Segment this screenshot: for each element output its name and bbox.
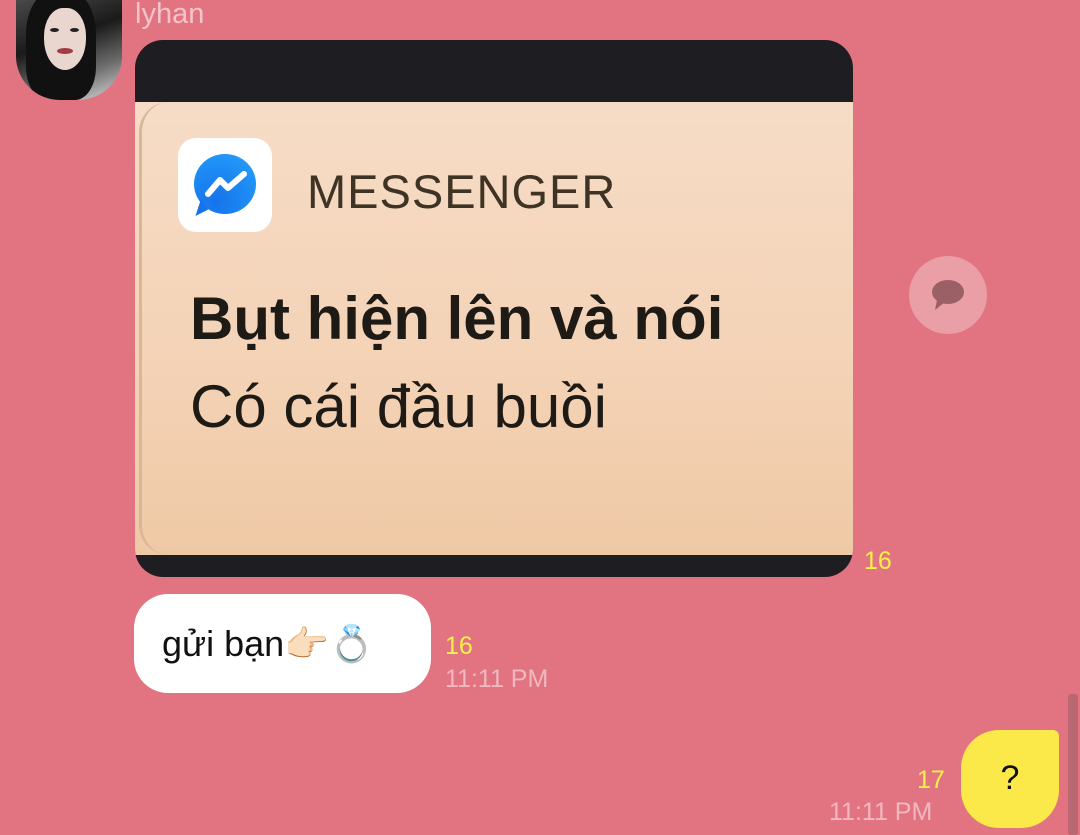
text-message-content: gửi bạn👉🏻💍 xyxy=(162,623,374,664)
reply-comment-button[interactable] xyxy=(909,256,987,334)
image-message[interactable]: MESSENGER Bụt hiện lên và nói Có cái đầu… xyxy=(135,40,853,577)
notification-screenshot: MESSENGER Bụt hiện lên và nói Có cái đầu… xyxy=(135,102,853,555)
notification-body: Có cái đầu buồi xyxy=(190,373,607,440)
my-unread-count: 17 xyxy=(917,766,945,794)
image-unread-count: 16 xyxy=(864,547,892,575)
comment-icon xyxy=(932,280,964,310)
messenger-app-icon xyxy=(178,138,272,232)
scrollbar[interactable] xyxy=(1068,694,1078,835)
text-message-bubble[interactable]: gửi bạn👉🏻💍 xyxy=(134,594,431,693)
text-unread-count: 16 xyxy=(445,632,473,660)
sender-name: lyhan xyxy=(135,0,205,30)
text-message-time: 11:11 PM xyxy=(445,665,549,693)
my-message-content: ? xyxy=(1000,759,1020,797)
my-message-time: 11:11 PM xyxy=(829,798,933,826)
sender-avatar[interactable] xyxy=(16,0,122,100)
notification-app-name: MESSENGER xyxy=(307,165,617,218)
notification-title: Bụt hiện lên và nói xyxy=(190,285,724,352)
my-message-bubble[interactable]: ? xyxy=(961,730,1059,828)
